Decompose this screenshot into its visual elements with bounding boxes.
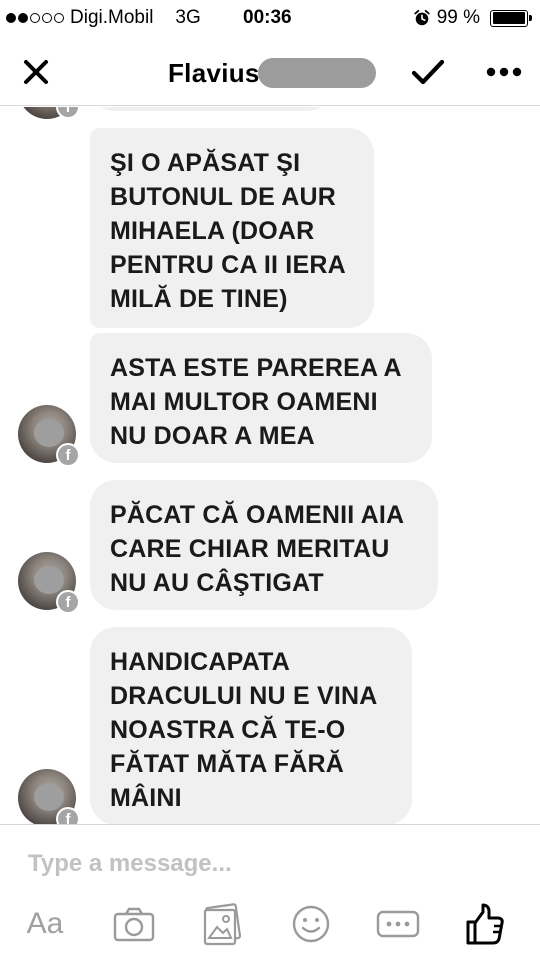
facebook-badge-icon: f [56, 107, 80, 119]
status-bar: Digi.Mobil 3G 00:36 99 % [0, 0, 540, 36]
camera-icon[interactable] [112, 901, 156, 947]
battery-percent: 99 % [436, 7, 480, 28]
message-composer: Aa [0, 824, 540, 960]
thumbs-up-icon[interactable] [464, 901, 506, 947]
carrier-name: Digi.Mobil [70, 7, 154, 28]
contact-name: Flavius [168, 57, 260, 88]
previous-message-stub [92, 107, 330, 111]
text-format-icon[interactable]: Aa [20, 901, 70, 947]
contact-title[interactable]: Flavius [168, 56, 376, 90]
close-icon[interactable] [20, 56, 52, 88]
status-right: 99 % [413, 7, 532, 29]
emoji-icon[interactable] [290, 901, 332, 947]
facebook-badge-icon: f [56, 807, 80, 824]
more-icon[interactable] [484, 58, 524, 86]
alarm-icon [414, 9, 430, 26]
network-type: 3G [175, 7, 201, 28]
signal-strength-icon [6, 13, 64, 23]
message-bubble[interactable]: ASTA ESTE PAREREA A MAI MULTOR OAMENI NU… [90, 333, 432, 463]
battery-icon [490, 9, 532, 27]
composer-toolbar: Aa [0, 901, 540, 951]
status-time: 00:36 [243, 7, 292, 28]
message-input[interactable] [28, 847, 518, 881]
checkmark-icon[interactable] [410, 56, 446, 88]
facebook-badge-icon: f [56, 443, 80, 467]
facebook-badge-icon: f [56, 590, 80, 614]
message-thread[interactable]: f ŞI O APĂSAT ŞI BUTONUL DE AUR MIHAELA … [0, 107, 540, 824]
message-bubble[interactable]: HANDICAPATA DRACULUI NU E VINA NOASTRA C… [90, 627, 412, 824]
status-left: Digi.Mobil 3G [6, 7, 201, 29]
message-bubble[interactable]: ŞI O APĂSAT ŞI BUTONUL DE AUR MIHAELA (D… [90, 128, 374, 328]
message-bubble[interactable]: PĂCAT CĂ OAMENII AIA CARE CHIAR MERITAU … [90, 480, 438, 610]
more-options-icon[interactable] [376, 901, 420, 947]
battery-fill [492, 12, 526, 24]
gallery-icon[interactable] [200, 901, 244, 947]
conversation-header: Flavius [0, 36, 540, 106]
redacted-surname [257, 58, 376, 88]
